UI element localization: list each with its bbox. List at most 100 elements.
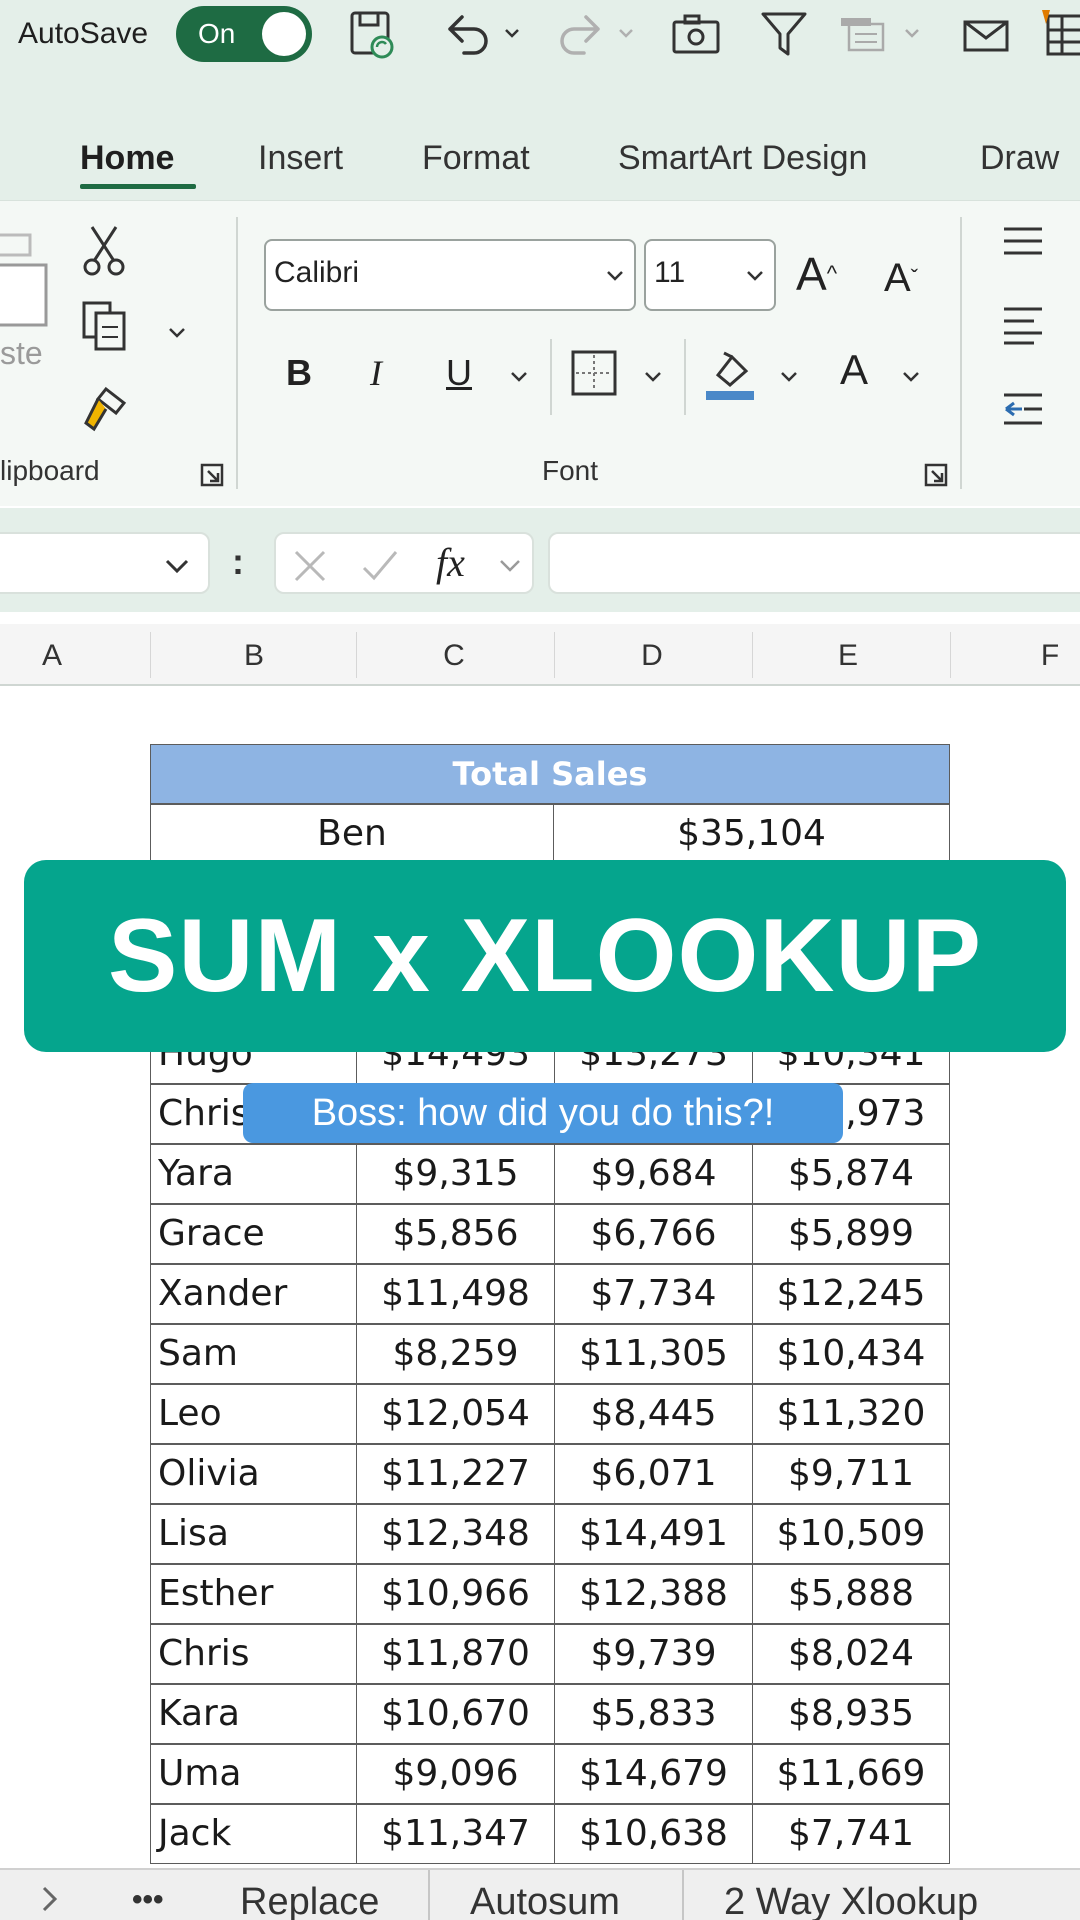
value-cell-c[interactable]: $10,670 bbox=[356, 1684, 555, 1744]
value-cell-e[interactable]: $8,024 bbox=[752, 1624, 950, 1684]
summary-value-cell[interactable]: $35,104 bbox=[553, 804, 950, 864]
copy-dropdown-icon[interactable] bbox=[168, 325, 186, 343]
paste-label[interactable]: ste bbox=[0, 333, 43, 373]
fill-color-icon[interactable] bbox=[704, 345, 756, 406]
autosave-toggle[interactable]: On bbox=[176, 6, 312, 62]
value-cell-e[interactable]: $11,320 bbox=[752, 1384, 950, 1444]
underline-dropdown-icon[interactable] bbox=[510, 369, 528, 387]
filter-icon[interactable] bbox=[756, 8, 812, 60]
bold-button[interactable]: B bbox=[286, 351, 312, 395]
mail-icon[interactable] bbox=[958, 8, 1014, 60]
column-header-f[interactable]: F bbox=[1030, 638, 1070, 674]
value-cell-c[interactable]: $12,054 bbox=[356, 1384, 555, 1444]
formula-input[interactable] bbox=[548, 532, 1080, 594]
paste-icon[interactable] bbox=[0, 231, 50, 332]
enter-icon[interactable] bbox=[360, 548, 400, 584]
name-cell[interactable]: Yara bbox=[150, 1144, 357, 1204]
underline-button[interactable]: U bbox=[446, 351, 472, 395]
align-middle-icon[interactable] bbox=[1002, 305, 1044, 350]
value-cell-d[interactable]: $5,833 bbox=[554, 1684, 753, 1744]
decrease-indent-icon[interactable] bbox=[1002, 391, 1044, 440]
column-header-c[interactable]: C bbox=[414, 638, 494, 674]
font-color-button[interactable]: A bbox=[840, 345, 868, 395]
value-cell-c[interactable]: $5,856 bbox=[356, 1204, 555, 1264]
font-name-select[interactable]: Calibri bbox=[264, 239, 636, 311]
italic-button[interactable]: I bbox=[370, 351, 382, 395]
value-cell-e[interactable]: $8,935 bbox=[752, 1684, 950, 1744]
increase-font-size-button[interactable]: A^ bbox=[796, 247, 837, 301]
value-cell-e[interactable]: $9,711 bbox=[752, 1444, 950, 1504]
format-painter-icon[interactable] bbox=[80, 383, 130, 440]
name-cell[interactable]: Chris bbox=[150, 1624, 357, 1684]
next-sheet-icon[interactable] bbox=[40, 1884, 60, 1919]
form-dropdown-icon[interactable] bbox=[904, 26, 920, 44]
borders-icon[interactable] bbox=[570, 349, 618, 402]
font-color-dropdown-icon[interactable] bbox=[902, 369, 920, 387]
cut-icon[interactable] bbox=[80, 223, 128, 284]
tab-smartart-design[interactable]: SmartArt Design bbox=[618, 136, 867, 180]
clipboard-launcher-icon[interactable] bbox=[200, 463, 224, 492]
name-cell[interactable]: Uma bbox=[150, 1744, 357, 1804]
value-cell-e[interactable]: $10,434 bbox=[752, 1324, 950, 1384]
formula-bar-handle[interactable]: : bbox=[232, 542, 244, 582]
value-cell-d[interactable]: $7,734 bbox=[554, 1264, 753, 1324]
redo-icon[interactable] bbox=[552, 8, 608, 60]
save-sync-icon[interactable] bbox=[344, 8, 400, 60]
fill-color-dropdown-icon[interactable] bbox=[780, 369, 798, 387]
column-header-a[interactable]: A bbox=[12, 638, 92, 674]
name-cell[interactable]: Xander bbox=[150, 1264, 357, 1324]
value-cell-e[interactable]: $11,669 bbox=[752, 1744, 950, 1804]
value-cell-c[interactable]: $11,227 bbox=[356, 1444, 555, 1504]
sheet-tab-autosum[interactable]: Autosum bbox=[470, 1876, 620, 1920]
undo-icon[interactable] bbox=[440, 8, 496, 60]
camera-icon[interactable] bbox=[668, 8, 724, 60]
value-cell-c[interactable]: $9,315 bbox=[356, 1144, 555, 1204]
value-cell-e[interactable]: $5,888 bbox=[752, 1564, 950, 1624]
value-cell-c[interactable]: $10,966 bbox=[356, 1564, 555, 1624]
summary-name-cell[interactable]: Ben bbox=[150, 804, 554, 864]
font-launcher-icon[interactable] bbox=[924, 463, 948, 492]
value-cell-c[interactable]: $9,096 bbox=[356, 1744, 555, 1804]
undo-dropdown-icon[interactable] bbox=[504, 26, 520, 44]
table-header[interactable]: Total Sales bbox=[150, 744, 950, 804]
value-cell-d[interactable]: $8,445 bbox=[554, 1384, 753, 1444]
value-cell-c[interactable]: $11,498 bbox=[356, 1264, 555, 1324]
value-cell-d[interactable]: $6,071 bbox=[554, 1444, 753, 1504]
sheet-tab-2-way-xlookup[interactable]: 2 Way Xlookup bbox=[724, 1876, 978, 1920]
align-top-icon[interactable] bbox=[1002, 225, 1044, 262]
name-cell[interactable]: Kara bbox=[150, 1684, 357, 1744]
tab-draw[interactable]: Draw bbox=[980, 136, 1059, 180]
value-cell-d[interactable]: $9,739 bbox=[554, 1624, 753, 1684]
sheet-tab-replace[interactable]: Replace bbox=[240, 1876, 379, 1920]
function-dropdown-icon[interactable] bbox=[498, 558, 522, 574]
value-cell-c[interactable]: $8,259 bbox=[356, 1324, 555, 1384]
redo-dropdown-icon[interactable] bbox=[618, 26, 634, 44]
table-icon[interactable] bbox=[1040, 8, 1080, 60]
name-cell[interactable]: Lisa bbox=[150, 1504, 357, 1564]
form-icon[interactable] bbox=[834, 8, 890, 60]
more-sheets-button[interactable]: ••• bbox=[132, 1874, 164, 1920]
tab-format[interactable]: Format bbox=[422, 136, 530, 180]
value-cell-d[interactable]: $6,766 bbox=[554, 1204, 753, 1264]
cancel-icon[interactable] bbox=[292, 548, 328, 584]
borders-dropdown-icon[interactable] bbox=[644, 369, 662, 387]
value-cell-d[interactable]: $14,679 bbox=[554, 1744, 753, 1804]
value-cell-c[interactable]: $11,870 bbox=[356, 1624, 555, 1684]
column-header-e[interactable]: E bbox=[808, 638, 888, 674]
value-cell-d[interactable]: $10,638 bbox=[554, 1804, 753, 1864]
column-header-b[interactable]: B bbox=[214, 638, 294, 674]
font-size-select[interactable]: 11 bbox=[644, 239, 776, 311]
copy-icon[interactable] bbox=[80, 299, 130, 358]
value-cell-d[interactable]: $14,491 bbox=[554, 1504, 753, 1564]
decrease-font-size-button[interactable]: Aˇ bbox=[884, 253, 918, 303]
tab-home[interactable]: Home bbox=[80, 136, 174, 180]
value-cell-e[interactable]: $7,741 bbox=[752, 1804, 950, 1864]
insert-function-button[interactable]: fx bbox=[436, 540, 465, 586]
name-cell[interactable]: Jack bbox=[150, 1804, 357, 1864]
value-cell-d[interactable]: $9,684 bbox=[554, 1144, 753, 1204]
name-cell[interactable]: Olivia bbox=[150, 1444, 357, 1504]
value-cell-c[interactable]: $12,348 bbox=[356, 1504, 555, 1564]
value-cell-e[interactable]: $12,245 bbox=[752, 1264, 950, 1324]
value-cell-c[interactable]: $11,347 bbox=[356, 1804, 555, 1864]
value-cell-d[interactable]: $11,305 bbox=[554, 1324, 753, 1384]
